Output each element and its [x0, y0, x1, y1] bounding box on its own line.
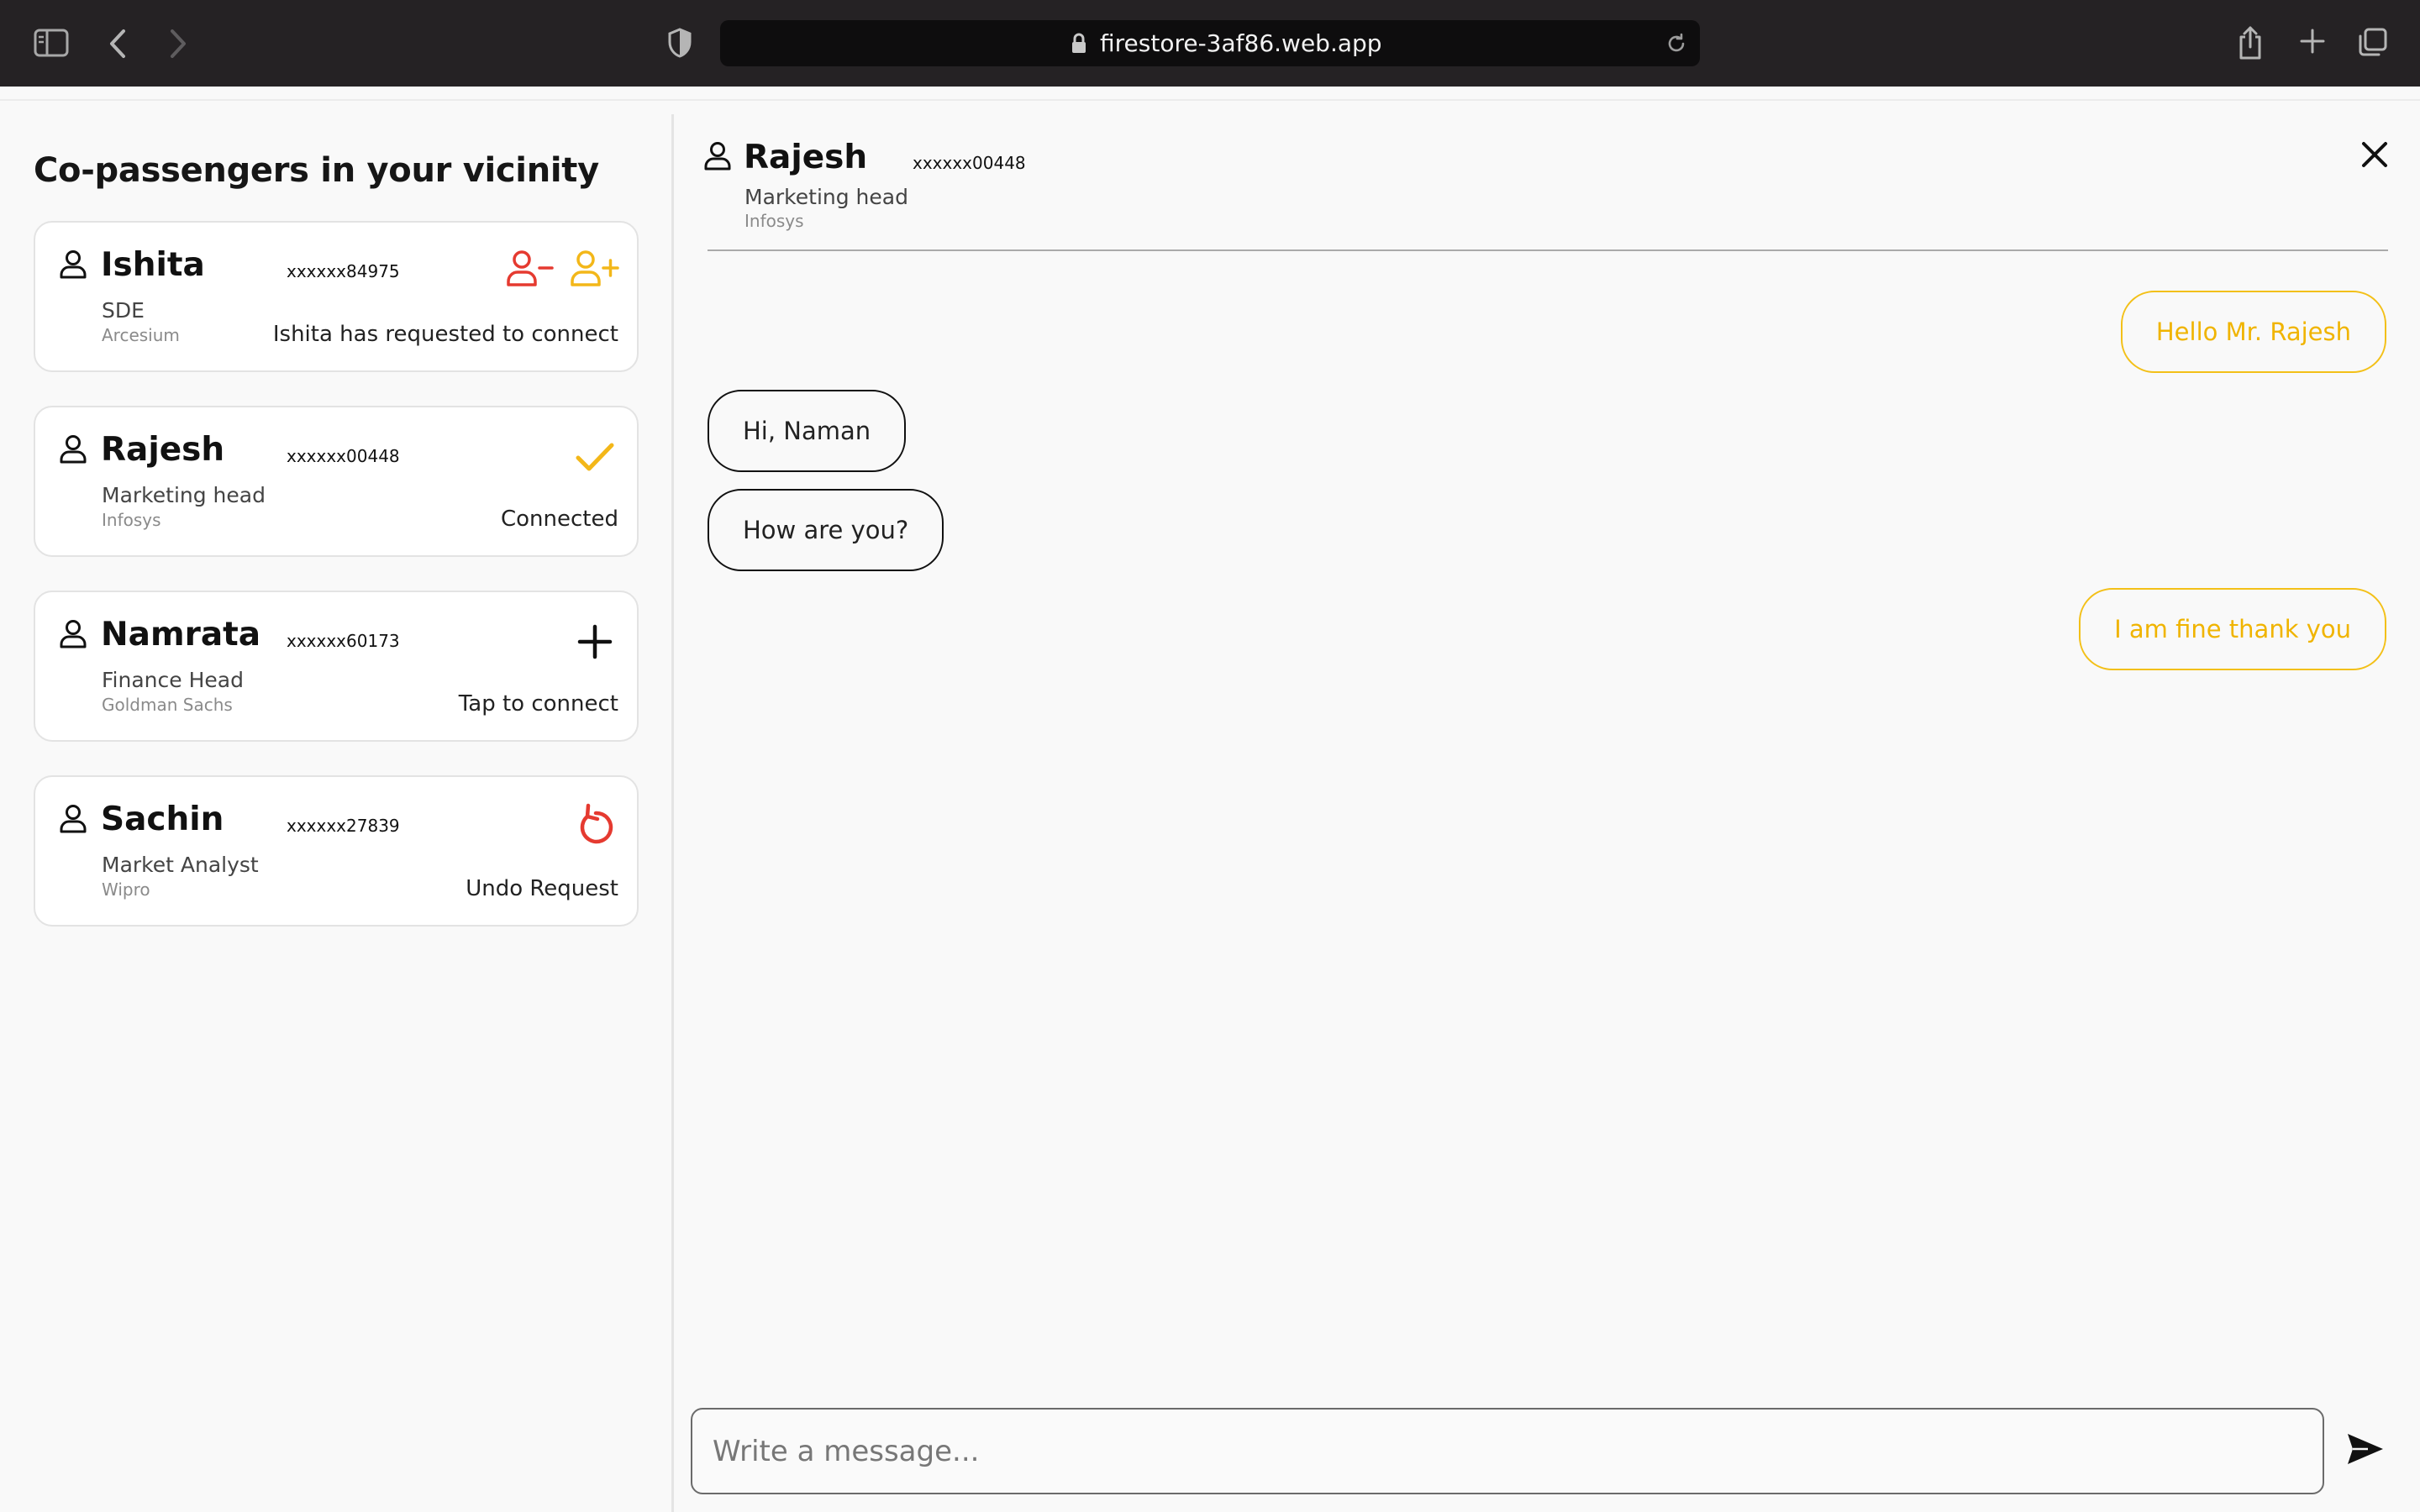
reload-icon[interactable] [1665, 32, 1688, 55]
passenger-name: Sachin [101, 801, 224, 838]
passenger-org: Wipro [102, 879, 150, 900]
connection-status: Connected [500, 507, 618, 532]
passenger-phone: xxxxxx27839 [287, 816, 400, 836]
passenger-card-namrata[interactable]: Namrata xxxxxx60173 Finance Head Goldman… [34, 591, 639, 742]
passenger-name: Namrata [101, 616, 261, 654]
co-passengers-heading: Co-passengers in your vicinity [34, 151, 599, 190]
passenger-card-ishita[interactable]: Ishita xxxxxx84975 SDE Arcesium Ishita h… [34, 221, 639, 372]
passenger-role: Market Analyst [102, 853, 259, 877]
person-icon [59, 619, 87, 653]
url-text: firestore-3af86.web.app [1100, 29, 1382, 57]
new-tab-icon[interactable] [2299, 28, 2326, 55]
forward-icon[interactable] [168, 29, 188, 59]
message-bubble-sent: Hello Mr. Rajesh [2120, 291, 2386, 373]
connection-status: Ishita has requested to connect [272, 322, 618, 347]
person-icon [703, 141, 732, 175]
lock-icon [1071, 33, 1087, 55]
connection-status: Undo Request [466, 876, 618, 901]
send-icon[interactable] [2346, 1431, 2385, 1470]
message-bubble-received: Hi, Naman [708, 390, 907, 472]
close-icon[interactable] [2360, 139, 2390, 173]
person-icon [59, 434, 87, 468]
accept-request-icon[interactable] [570, 249, 620, 291]
passenger-name: Ishita [101, 246, 205, 284]
passenger-role: Marketing head [102, 483, 266, 507]
passenger-card-rajesh[interactable]: Rajesh xxxxxx00448 Marketing head Infosy… [34, 406, 639, 557]
chat-contact-name: Rajesh [744, 139, 868, 176]
passenger-role: Finance Head [102, 668, 244, 692]
checkmark-icon [575, 441, 615, 478]
sidebar-toggle-icon[interactable] [34, 29, 69, 57]
privacy-shield-icon[interactable] [667, 28, 692, 58]
reject-request-icon[interactable] [506, 249, 555, 291]
passenger-org: Infosys [102, 510, 161, 530]
address-bar[interactable]: firestore-3af86.web.app [720, 20, 1700, 66]
passenger-card-sachin[interactable]: Sachin xxxxxx27839 Market Analyst Wipro … [34, 775, 639, 927]
person-icon [59, 249, 87, 283]
tab-overview-icon[interactable] [2358, 27, 2388, 57]
chat-header-divider [708, 249, 2388, 251]
message-composer [691, 1408, 2324, 1494]
passenger-phone: xxxxxx84975 [287, 261, 400, 281]
add-connection-icon[interactable] [577, 624, 613, 663]
message-bubble-received: How are you? [708, 489, 944, 571]
chat-contact-phone: xxxxxx00448 [913, 153, 1026, 173]
passenger-phone: xxxxxx00448 [287, 446, 400, 466]
browser-toolbar: firestore-3af86.web.app [0, 0, 2420, 87]
message-input[interactable] [692, 1410, 2323, 1493]
connection-status: Tap to connect [458, 691, 618, 717]
person-icon [59, 804, 87, 837]
passenger-org: Arcesium [102, 325, 180, 345]
passenger-org: Goldman Sachs [102, 695, 233, 715]
share-icon[interactable] [2238, 25, 2263, 60]
toolbar-divider [0, 99, 2420, 101]
chat-contact-role: Marketing head [744, 185, 908, 209]
message-bubble-sent: I am fine thank you [2079, 588, 2386, 670]
chat-contact-org: Infosys [744, 211, 804, 231]
panel-divider [671, 114, 674, 1512]
undo-icon[interactable] [576, 802, 615, 849]
passenger-phone: xxxxxx60173 [287, 631, 400, 651]
passenger-name: Rajesh [101, 431, 225, 469]
passenger-role: SDE [102, 298, 145, 323]
back-icon[interactable] [108, 29, 128, 59]
